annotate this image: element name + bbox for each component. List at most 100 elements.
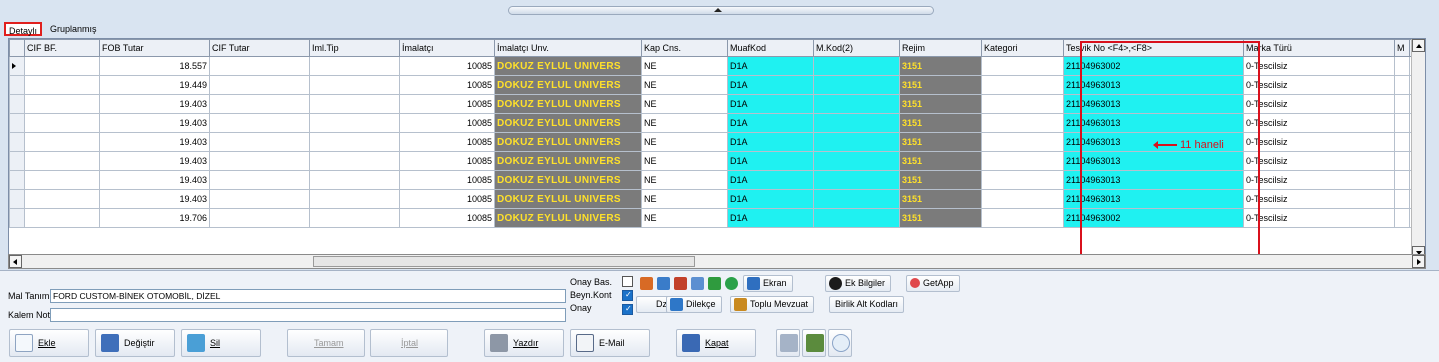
imalatci-unv-cell[interactable]: DOKUZ EYLUL UNIVERS (494, 56, 642, 76)
table-row[interactable]: 19.403 10085 DOKUZ EYLUL UNIVERS NE D1A 3151 2… (9, 151, 1415, 171)
iml-tip-cell[interactable] (309, 132, 400, 152)
rejim-cell[interactable]: 3151 (899, 170, 982, 190)
yazdir-button[interactable]: Yazdır (484, 329, 564, 357)
tesvik-no-cell[interactable]: 21104963013 (1063, 113, 1244, 133)
iml-tip-cell[interactable] (309, 75, 400, 95)
cif-tutar-cell[interactable] (209, 75, 310, 95)
tesvik-no-cell[interactable]: 21104963002 (1063, 208, 1244, 228)
cif-tutar-cell[interactable] (209, 170, 310, 190)
marka-turu-cell[interactable]: 0-Tescilsiz (1243, 189, 1395, 209)
onay-checkbox[interactable] (622, 304, 633, 315)
cif-bf-cell[interactable] (24, 113, 100, 133)
row-indicator[interactable] (9, 170, 25, 190)
kategori-cell[interactable] (981, 132, 1064, 152)
m-kod2-cell[interactable] (813, 113, 900, 133)
table-row[interactable]: 19.403 10085 DOKUZ EYLUL UNIVERS NE D1A 3151 2… (9, 113, 1415, 133)
birlik-alt-kodlari-button[interactable]: Birlik Alt Kodları (829, 296, 905, 313)
marka-turu-cell[interactable]: 0-Tescilsiz (1243, 75, 1395, 95)
iml-tip-cell[interactable] (309, 170, 400, 190)
imalatci-unv-cell[interactable]: DOKUZ EYLUL UNIVERS (494, 189, 642, 209)
cif-bf-cell[interactable] (24, 208, 100, 228)
cif-bf-cell[interactable] (24, 151, 100, 171)
imalatci-unv-cell[interactable]: DOKUZ EYLUL UNIVERS (494, 132, 642, 152)
iml-tip-cell[interactable] (309, 56, 400, 76)
rejim-cell[interactable]: 3151 (899, 56, 982, 76)
tesvik-no-cell[interactable]: 21104963002 (1063, 56, 1244, 76)
cif-bf-cell[interactable] (24, 75, 100, 95)
tesvik-no-cell[interactable]: 21104963013 (1063, 151, 1244, 171)
muaf-kod-cell[interactable]: D1A (727, 151, 814, 171)
scroll-right-button[interactable] (1412, 255, 1425, 268)
muaf-kod-cell[interactable]: D1A (727, 94, 814, 114)
rejim-cell[interactable]: 3151 (899, 113, 982, 133)
row-indicator[interactable] (9, 113, 25, 133)
m-kod2-cell[interactable] (813, 189, 900, 209)
marka-turu-cell[interactable]: 0-Tescilsiz (1243, 208, 1395, 228)
forward-icon[interactable] (725, 277, 738, 290)
column-header[interactable]: Rejim (899, 39, 982, 57)
marka-turu-cell[interactable]: 0-Tescilsiz (1243, 151, 1395, 171)
column-header[interactable]: Marka Türü (1243, 39, 1395, 57)
rejim-cell[interactable]: 3151 (899, 151, 982, 171)
imalatci-cell[interactable]: 10085 (399, 113, 495, 133)
imalatci-cell[interactable]: 10085 (399, 94, 495, 114)
m-kod2-cell[interactable] (813, 132, 900, 152)
m-kod2-cell[interactable] (813, 208, 900, 228)
kategori-cell[interactable] (981, 56, 1064, 76)
imalatci-cell[interactable]: 10085 (399, 170, 495, 190)
cif-bf-cell[interactable] (24, 56, 100, 76)
column-header[interactable]: Iml.Tip (309, 39, 400, 57)
column-header[interactable]: Kategori (981, 39, 1064, 57)
fob-tutar-cell[interactable]: 18.557 (99, 56, 210, 76)
email-button[interactable]: E-Mail (570, 329, 650, 357)
toplu-mevzuat-button[interactable]: Toplu Mevzuat (730, 296, 815, 313)
muaf-kod-cell[interactable]: D1A (727, 113, 814, 133)
cif-tutar-cell[interactable] (209, 208, 310, 228)
degistir-button[interactable]: Değiştir (95, 329, 175, 357)
cif-tutar-cell[interactable] (209, 151, 310, 171)
onay-bas-checkbox[interactable] (622, 276, 633, 287)
row-indicator[interactable] (9, 151, 25, 171)
m-cell[interactable] (1394, 208, 1410, 228)
imalatci-cell[interactable]: 10085 (399, 151, 495, 171)
imalatci-cell[interactable]: 10085 (399, 75, 495, 95)
kap-cns-cell[interactable]: NE (641, 113, 728, 133)
m-kod2-cell[interactable] (813, 151, 900, 171)
scroll-up-button[interactable] (1412, 39, 1425, 52)
scroll-left-button[interactable] (9, 255, 22, 268)
imalatci-unv-cell[interactable]: DOKUZ EYLUL UNIVERS (494, 170, 642, 190)
iml-tip-cell[interactable] (309, 189, 400, 209)
cif-bf-cell[interactable] (24, 132, 100, 152)
m-kod2-cell[interactable] (813, 75, 900, 95)
kategori-cell[interactable] (981, 151, 1064, 171)
muaf-kod-cell[interactable]: D1A (727, 170, 814, 190)
row-indicator[interactable] (9, 56, 25, 76)
row-indicator[interactable] (9, 208, 25, 228)
tab-detayli[interactable]: Detaylı (4, 22, 43, 36)
table-row[interactable]: 19.403 10085 DOKUZ EYLUL UNIVERS NE D1A 3151 2… (9, 94, 1415, 114)
row-indicator[interactable] (9, 132, 25, 152)
kap-cns-cell[interactable]: NE (641, 75, 728, 95)
cif-bf-cell[interactable] (24, 170, 100, 190)
cif-tutar-cell[interactable] (209, 189, 310, 209)
rejim-cell[interactable]: 3151 (899, 94, 982, 114)
imalatci-unv-cell[interactable]: DOKUZ EYLUL UNIVERS (494, 94, 642, 114)
muaf-kod-cell[interactable]: D1A (727, 132, 814, 152)
kap-cns-cell[interactable]: NE (641, 132, 728, 152)
m-cell[interactable] (1394, 189, 1410, 209)
column-header[interactable]: M (1394, 39, 1410, 57)
table-row[interactable]: 19.449 10085 DOKUZ EYLUL UNIVERS NE D1A 3151 2… (9, 75, 1415, 95)
kap-cns-cell[interactable]: NE (641, 56, 728, 76)
rejim-cell[interactable]: 3151 (899, 208, 982, 228)
calendar-icon[interactable] (657, 277, 670, 290)
fob-tutar-cell[interactable]: 19.403 (99, 151, 210, 171)
m-cell[interactable] (1394, 56, 1410, 76)
beyn-kont-checkbox[interactable] (622, 290, 633, 301)
marka-turu-cell[interactable]: 0-Tescilsiz (1243, 113, 1395, 133)
column-header[interactable]: Tesvik No <F4>,<F8> (1063, 39, 1244, 57)
row-indicator[interactable] (9, 75, 25, 95)
horizontal-scroll-thumb[interactable] (313, 256, 695, 267)
kategori-cell[interactable] (981, 189, 1064, 209)
column-header[interactable]: İmalatçı (399, 39, 495, 57)
table-row[interactable]: 18.557 10085 DOKUZ EYLUL UNIVERS NE D1A 3151 2… (9, 56, 1415, 76)
